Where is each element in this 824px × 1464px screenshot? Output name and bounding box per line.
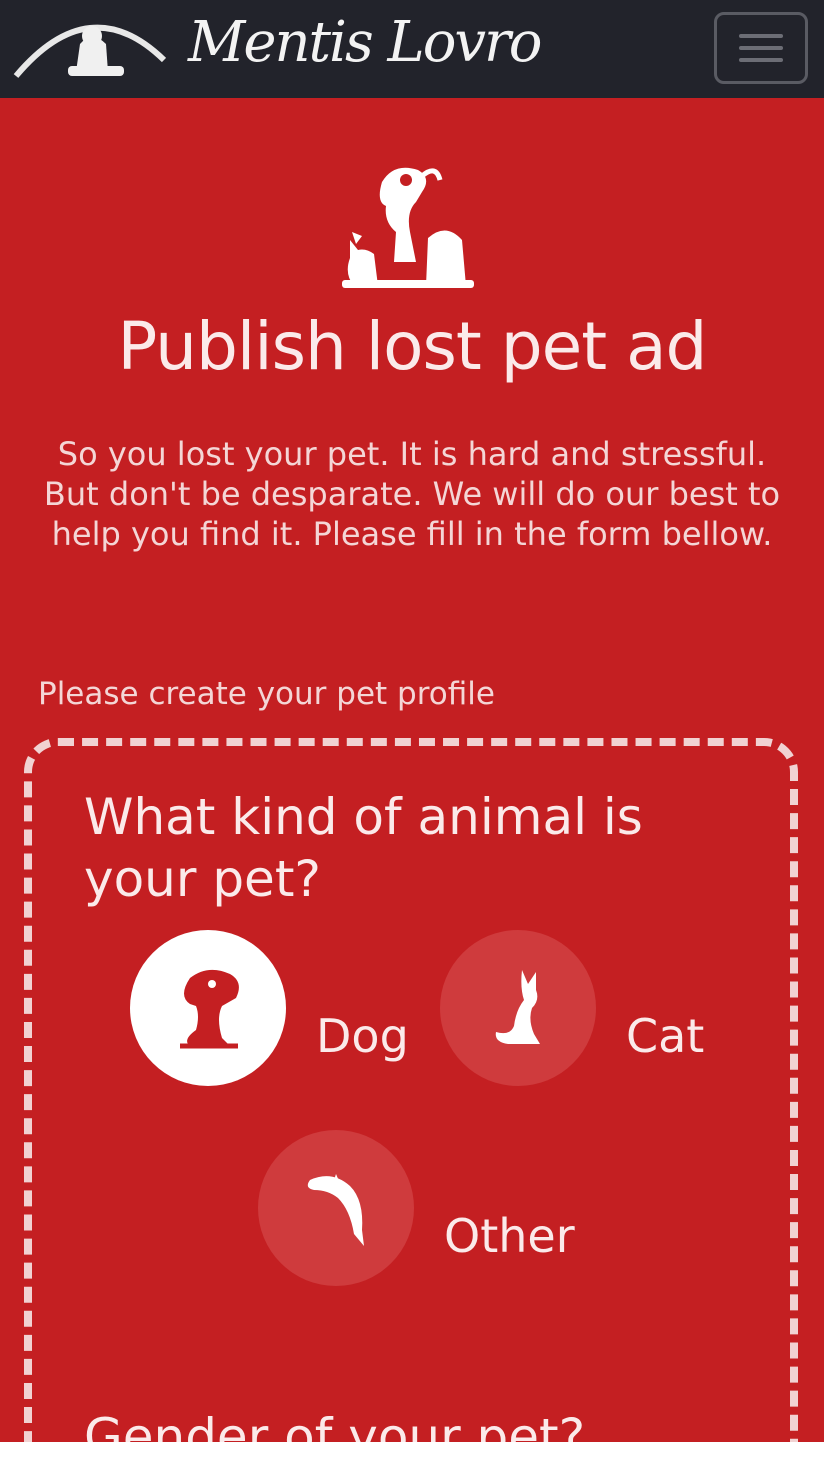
logo-emblem-icon: [13, 24, 167, 78]
menu-toggle-button[interactable]: [714, 12, 808, 84]
animal-option-dog[interactable]: Dog: [130, 930, 409, 1086]
logo-text: Mentis Lovro: [188, 10, 543, 75]
site-logo[interactable]: Mentis Lovro: [10, 0, 543, 90]
dog-option-label: Dog: [316, 1009, 409, 1063]
page-title: Publish lost pet ad: [117, 308, 708, 385]
page: Mentis Lovro Publish lost pet ad So you …: [0, 0, 824, 1464]
page-description: So you lost your pet. It is hard and str…: [43, 435, 781, 553]
pets-group-icon: [342, 167, 474, 288]
cat-option-circle[interactable]: [440, 930, 596, 1086]
top-navbar: Mentis Lovro: [0, 0, 824, 98]
cat-option-label: Cat: [626, 1009, 705, 1063]
animal-option-other[interactable]: Other: [258, 1130, 575, 1286]
dog-option-circle[interactable]: [130, 930, 286, 1086]
hamburger-menu-icon: [739, 34, 783, 62]
bottom-edge: [0, 1442, 824, 1464]
animal-option-cat[interactable]: Cat: [440, 930, 704, 1086]
profile-section-label: Please create your pet profile: [38, 676, 495, 712]
dolphin-icon: [307, 1174, 364, 1246]
cat-icon: [495, 970, 540, 1044]
animal-kind-question: What kind of animal is your pet?: [84, 788, 643, 908]
other-option-circle[interactable]: [258, 1130, 414, 1286]
other-option-label: Other: [444, 1209, 575, 1263]
dog-icon: [180, 969, 239, 1049]
